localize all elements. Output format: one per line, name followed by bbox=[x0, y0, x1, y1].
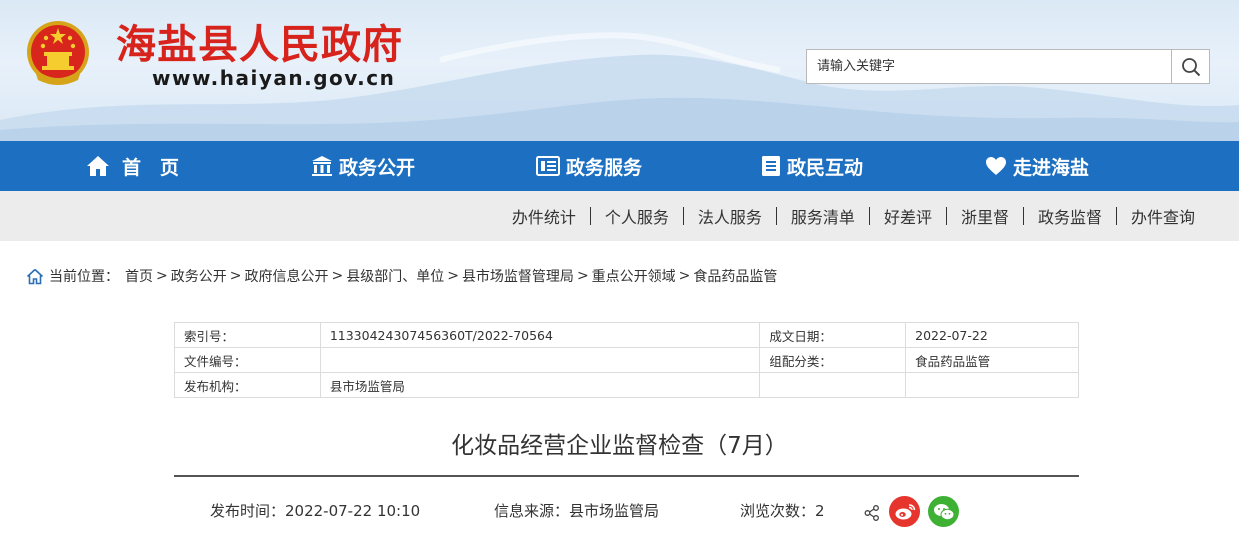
breadcrumb-separator: > bbox=[678, 268, 691, 284]
breadcrumb-separator: > bbox=[331, 268, 344, 284]
nav-home-label: 首 页 bbox=[122, 156, 180, 179]
category-value: 食品药品监管 bbox=[905, 347, 1079, 373]
view-count: 浏览次数：2 bbox=[740, 502, 825, 520]
date-value: 2022-07-22 bbox=[905, 322, 1079, 348]
empty-cell bbox=[905, 372, 1079, 398]
table-row: 文件编号： 组配分类： 食品药品监管 bbox=[174, 347, 1079, 373]
info-table: 索引号： 11330424307456360T/2022-70564 成文日期：… bbox=[174, 322, 1079, 398]
subnav-item-evaluation[interactable]: 好差评 bbox=[870, 204, 946, 228]
subnav-item-corporate-service[interactable]: 法人服务 bbox=[684, 204, 776, 228]
empty-cell bbox=[759, 372, 907, 398]
share-icon bbox=[864, 505, 879, 521]
index-value: 11330424307456360T/2022-70564 bbox=[319, 322, 761, 348]
weibo-icon bbox=[895, 503, 915, 519]
nav-about-haiyan[interactable]: 走进海盐 bbox=[985, 141, 1089, 191]
nav-about-haiyan-label: 走进海盐 bbox=[1013, 156, 1090, 179]
home-icon bbox=[87, 156, 109, 176]
title-divider bbox=[174, 475, 1079, 477]
breadcrumb-market-supervision-bureau[interactable]: 县市场监督管理局 bbox=[462, 266, 574, 286]
doc-number-value bbox=[319, 347, 761, 373]
breadcrumb-key-areas[interactable]: 重点公开领域 bbox=[592, 266, 676, 286]
nav-interaction-label: 政民互动 bbox=[787, 156, 864, 179]
breadcrumb-prefix: 当前位置： bbox=[49, 269, 119, 285]
search-button[interactable] bbox=[1171, 50, 1209, 83]
publisher-value: 县市场监管局 bbox=[319, 372, 761, 398]
breadcrumb-home[interactable]: 首页 bbox=[125, 266, 153, 286]
breadcrumb-separator: > bbox=[229, 268, 242, 284]
search-box bbox=[806, 49, 1210, 84]
breadcrumb-info-disclosure[interactable]: 政府信息公开 bbox=[244, 266, 328, 286]
doc-number-label: 文件编号： bbox=[174, 347, 321, 373]
subnav-item-statistics[interactable]: 办件统计 bbox=[498, 204, 590, 228]
subnav-item-service-list[interactable]: 服务清单 bbox=[777, 204, 869, 228]
info-source: 信息来源：县市场监管局 bbox=[494, 502, 660, 520]
breadcrumb-separator: > bbox=[576, 268, 589, 284]
breadcrumb-government-affairs[interactable]: 政务公开 bbox=[171, 266, 227, 286]
nav-government-services-label: 政务服务 bbox=[566, 156, 643, 179]
subnav-item-case-query[interactable]: 办件查询 bbox=[1117, 204, 1209, 228]
heart-icon bbox=[986, 157, 1006, 175]
search-icon bbox=[1181, 57, 1200, 76]
breadcrumb-county-departments[interactable]: 县级部门、单位 bbox=[346, 266, 444, 286]
subnav-item-personal-service[interactable]: 个人服务 bbox=[591, 204, 683, 228]
nav-government-affairs-label: 政务公开 bbox=[339, 156, 416, 179]
subnav-item-zheli-supervision[interactable]: 浙里督 bbox=[947, 204, 1023, 228]
site-title: 海盐县人民政府 bbox=[116, 22, 403, 68]
search-input[interactable] bbox=[807, 50, 1171, 83]
wechat-icon bbox=[933, 503, 954, 520]
breadcrumb-separator: > bbox=[447, 268, 459, 284]
share-wechat-button[interactable] bbox=[928, 496, 959, 527]
table-row: 发布机构： 县市场监管局 bbox=[174, 372, 1079, 398]
category-label: 组配分类： bbox=[759, 347, 907, 373]
breadcrumb-food-drug[interactable]: 食品药品监管 bbox=[693, 266, 777, 286]
nav-government-affairs[interactable]: 政务公开 bbox=[311, 141, 415, 191]
building-icon bbox=[312, 156, 332, 176]
share-weibo-button[interactable] bbox=[889, 496, 920, 527]
breadcrumb: 当前位置： 首页 > 政务公开 > 政府信息公开 > 县级部门、单位 > 县市场… bbox=[26, 265, 777, 287]
breadcrumb-separator: > bbox=[156, 268, 168, 284]
national-emblem-icon bbox=[27, 21, 89, 85]
publisher-label: 发布机构： bbox=[174, 372, 321, 398]
date-label: 成文日期： bbox=[759, 322, 907, 348]
index-label: 索引号： bbox=[174, 322, 321, 348]
sub-nav: 办件统计 个人服务 法人服务 服务清单 好差评 浙里督 政务监督 办件查询 bbox=[0, 191, 1239, 241]
document-icon bbox=[762, 156, 780, 176]
header-banner: 海盐县人民政府 www.haiyan.gov.cn bbox=[0, 0, 1239, 141]
nav-government-services[interactable]: 政务服务 bbox=[536, 141, 642, 191]
site-url: www.haiyan.gov.cn bbox=[152, 66, 396, 90]
table-row: 索引号： 11330424307456360T/2022-70564 成文日期：… bbox=[174, 322, 1079, 348]
home-outline-icon bbox=[26, 268, 44, 284]
nav-home[interactable]: 首 页 bbox=[86, 141, 179, 191]
subnav-item-government-supervision[interactable]: 政务监督 bbox=[1024, 204, 1116, 228]
publish-time: 发布时间：2022-07-22 10:10 bbox=[210, 502, 421, 520]
article-title: 化妆品经营企业监督检查（7月） bbox=[451, 433, 788, 459]
list-card-icon bbox=[536, 156, 560, 176]
main-nav: 首 页 政务公开 政务服务 政民互动 走进海盐 bbox=[0, 141, 1239, 191]
nav-interaction[interactable]: 政民互动 bbox=[761, 141, 863, 191]
